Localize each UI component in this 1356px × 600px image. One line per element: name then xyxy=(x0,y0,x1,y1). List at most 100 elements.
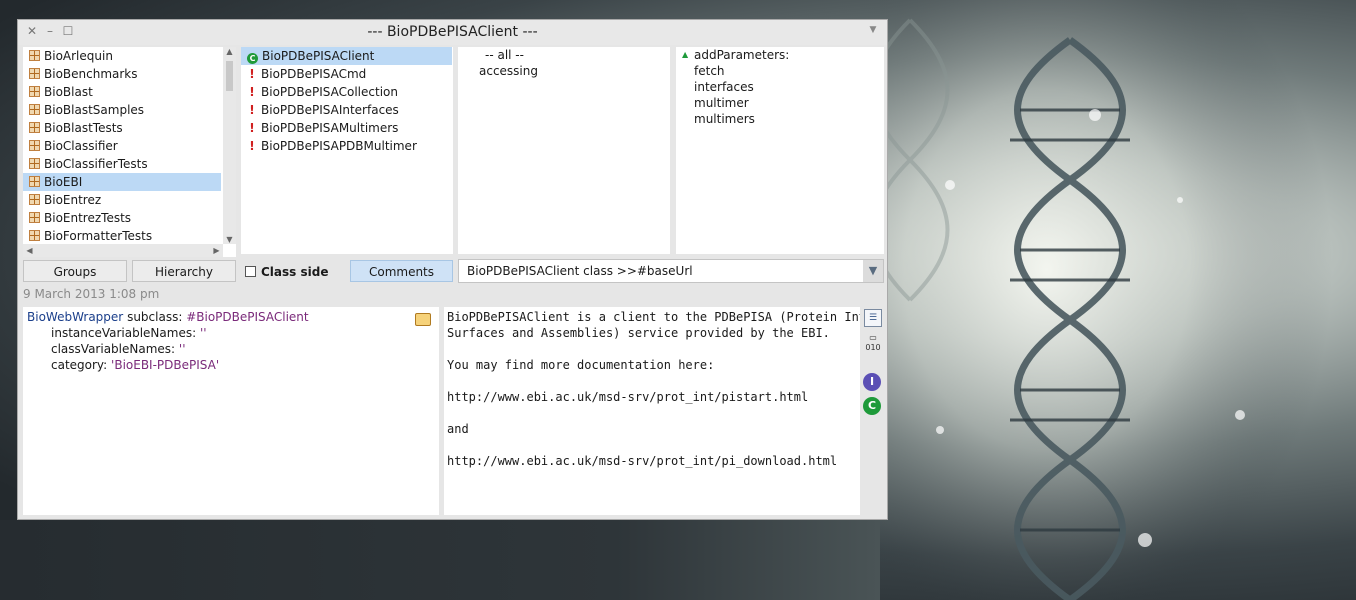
class-item[interactable]: C BioPDBePISAClient xyxy=(241,47,452,65)
class-item[interactable]: ! BioPDBePISACollection xyxy=(241,83,452,101)
subclass-keyword: subclass: xyxy=(127,310,183,324)
class-definition-editor[interactable]: BioWebWrapper subclass: #BioPDBePISAClie… xyxy=(23,307,439,515)
method-item[interactable]: multimers xyxy=(676,111,884,127)
class-item[interactable]: ! BioPDBePISAPDBMultimer xyxy=(241,137,452,155)
package-icon xyxy=(29,104,40,115)
method-label: multimer xyxy=(694,96,749,110)
class-symbol: #BioPDBePISAClient xyxy=(186,310,309,324)
comment-line: http://www.ebi.ac.uk/msd-srv/prot_int/pi… xyxy=(447,454,838,468)
class-item[interactable]: ! BioPDBePISAInterfaces xyxy=(241,101,452,119)
scroll-thumb[interactable] xyxy=(226,61,233,91)
comment-line: http://www.ebi.ac.uk/msd-srv/prot_int/pi… xyxy=(447,390,809,404)
package-icon xyxy=(29,176,40,187)
comment-line xyxy=(447,437,857,453)
package-item[interactable]: BioBlastTests xyxy=(23,119,221,137)
comment-line xyxy=(447,373,857,389)
package-icon xyxy=(29,212,40,223)
class-item[interactable]: ! BioPDBePISAMultimers xyxy=(241,119,452,137)
window-title: --- BioPDBePISAClient --- xyxy=(367,24,538,40)
method-label: fetch xyxy=(694,64,725,78)
package-item[interactable]: BioClassifierTests xyxy=(23,155,221,173)
warning-icon: ! xyxy=(249,85,255,99)
package-item[interactable]: BioEntrez xyxy=(23,191,221,209)
method-label: multimers xyxy=(694,112,755,126)
scroll-right-arrow-icon[interactable]: ▶ xyxy=(210,246,223,255)
method-selector-dropdown[interactable]: BioPDBePISAClient class >>#baseUrl ▼ xyxy=(458,259,884,283)
comment-line: and xyxy=(447,422,469,436)
protocol-item[interactable]: -- all -- xyxy=(473,47,670,63)
warning-icon: ! xyxy=(249,139,255,153)
package-label: BioFormatterTests xyxy=(44,229,153,243)
comments-button[interactable]: Comments xyxy=(350,260,453,282)
class-label: BioPDBePISAClient xyxy=(262,49,375,63)
class-label: BioPDBePISAInterfaces xyxy=(261,103,399,117)
package-icon xyxy=(29,158,40,169)
methods-list[interactable]: ▲ addParameters: fetch interfaces multimer mu… xyxy=(676,47,884,254)
method-item[interactable]: interfaces xyxy=(676,79,884,95)
warning-icon: ! xyxy=(249,121,255,135)
class-icon: C xyxy=(247,53,258,64)
method-item[interactable]: fetch xyxy=(676,63,884,79)
cvars-value: '' xyxy=(178,342,186,356)
comment-line: Surfaces and Assemblies) service provide… xyxy=(447,326,830,340)
package-item[interactable]: BioFormatterTests xyxy=(23,227,221,245)
comment-line: BioPDBePISAClient is a client to the PDB… xyxy=(447,310,860,324)
instance-side-icon[interactable]: I xyxy=(863,373,881,391)
package-item[interactable]: BioBenchmarks xyxy=(23,65,221,83)
class-label: BioPDBePISACollection xyxy=(261,85,398,99)
package-item[interactable]: BioClassifier xyxy=(23,137,221,155)
package-label: BioClassifierTests xyxy=(44,157,148,171)
scroll-up-arrow-icon[interactable]: ▲ xyxy=(223,47,236,56)
override-arrow-icon: ▲ xyxy=(682,50,689,59)
package-icon xyxy=(29,122,40,133)
comment-line xyxy=(447,341,857,357)
classes-list[interactable]: C BioPDBePISAClient! BioPDBePISACmd! BioPDB… xyxy=(241,47,453,254)
package-icon xyxy=(29,68,40,79)
package-label: BioArlequin xyxy=(44,49,113,63)
method-item[interactable]: ▲ addParameters: xyxy=(676,47,884,63)
class-item[interactable]: ! BioPDBePISACmd xyxy=(241,65,452,83)
package-label: BioBlast xyxy=(44,85,93,99)
class-label: BioPDBePISAMultimers xyxy=(261,121,399,135)
scroll-left-arrow-icon[interactable]: ◀ xyxy=(23,246,36,255)
method-selector-value: BioPDBePISAClient class >>#baseUrl xyxy=(467,264,693,278)
bytecode-view-icon[interactable]: ▭ 010 xyxy=(864,333,882,352)
package-label: BioEBI xyxy=(44,175,83,189)
package-label: BioEntrezTests xyxy=(44,211,132,225)
cvars-keyword: classVariableNames: xyxy=(51,342,176,356)
package-item[interactable]: BioBlast xyxy=(23,83,221,101)
class-side-checkbox[interactable] xyxy=(245,266,256,277)
dropdown-chevron-icon[interactable]: ▼ xyxy=(863,260,883,282)
title-bar[interactable]: ✕ – ☐ --- BioPDBePISAClient --- ▼ xyxy=(18,20,887,45)
system-browser-window: ✕ – ☐ --- BioPDBePISAClient --- ▼ BioArl… xyxy=(17,19,888,520)
protocols-list[interactable]: -- all -- accessing xyxy=(458,47,670,254)
method-item[interactable]: multimer xyxy=(676,95,884,111)
desktop-background xyxy=(0,520,880,600)
source-view-icon[interactable]: ☰ xyxy=(864,309,882,327)
packages-vertical-scrollbar[interactable]: ▲ ▼ xyxy=(223,47,236,244)
warning-icon: ! xyxy=(249,103,255,117)
protocol-item[interactable]: accessing xyxy=(473,63,670,79)
package-item[interactable]: BioEntrezTests xyxy=(23,209,221,227)
ivars-keyword: instanceVariableNames: xyxy=(51,326,197,340)
window-menu-chevron-icon[interactable]: ▼ xyxy=(867,25,879,37)
dna-wallpaper-art xyxy=(880,0,1356,600)
class-side-icon[interactable]: C xyxy=(863,397,881,415)
package-item[interactable]: BioArlequin xyxy=(23,47,221,65)
package-item[interactable]: BioEBI xyxy=(23,173,221,191)
class-comment-editor[interactable]: BioPDBePISAClient is a client to the PDB… xyxy=(444,307,860,515)
scroll-down-arrow-icon[interactable]: ▼ xyxy=(223,235,236,244)
groups-button[interactable]: Groups xyxy=(23,260,127,282)
method-label: addParameters: xyxy=(694,48,790,62)
method-label: interfaces xyxy=(694,80,754,94)
package-item[interactable]: BioBlastSamples xyxy=(23,101,221,119)
packages-list[interactable]: BioArlequin BioBenchmarks BioBlast BioBlast… xyxy=(23,47,236,257)
timestamp: 9 March 2013 1:08 pm xyxy=(23,287,160,301)
package-label: BioBenchmarks xyxy=(44,67,138,81)
superclass-name: BioWebWrapper xyxy=(27,310,124,324)
class-side-toggle[interactable]: Class side xyxy=(245,264,328,280)
class-label: BioPDBePISACmd xyxy=(261,67,367,81)
hierarchy-button[interactable]: Hierarchy xyxy=(132,260,236,282)
lock-icon[interactable] xyxy=(415,313,431,326)
packages-horizontal-scrollbar[interactable]: ◀ ▶ xyxy=(23,244,223,257)
